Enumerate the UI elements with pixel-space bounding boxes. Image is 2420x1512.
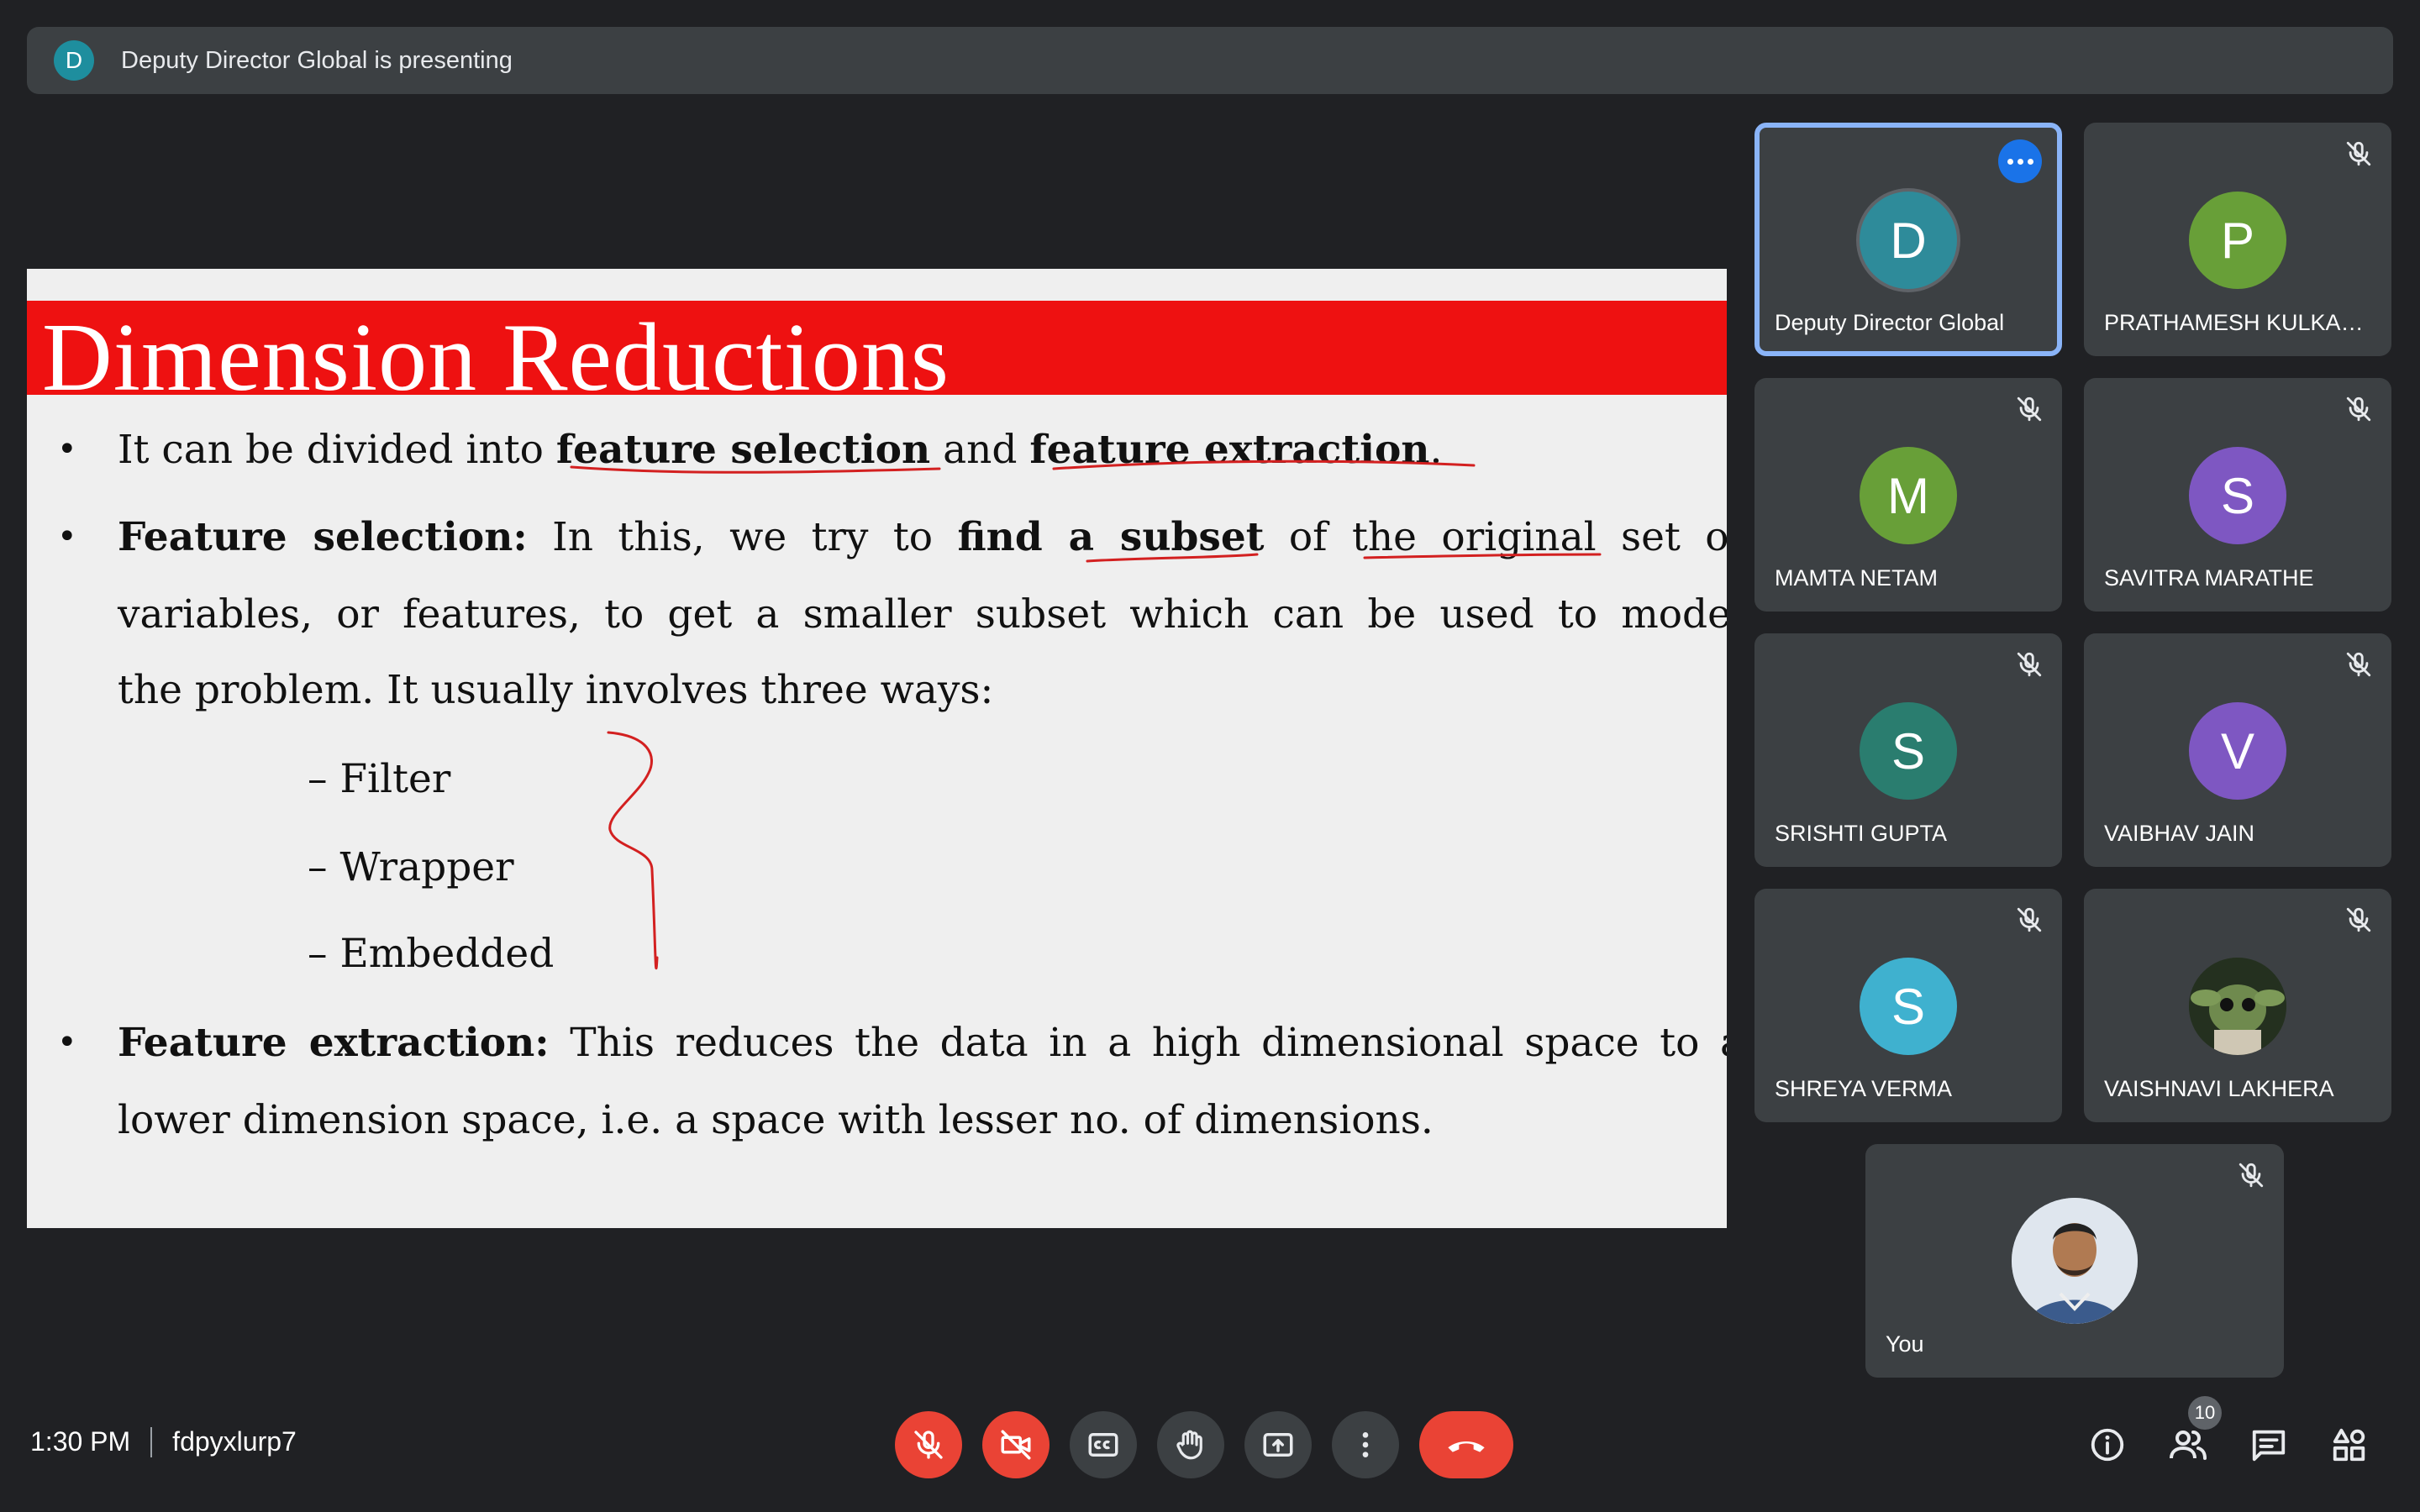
slide-body: • It can be divided into feature selecti… xyxy=(27,395,1727,1228)
bullet-3-text: This reduces the data in a high dimensio… xyxy=(549,1020,1727,1066)
participant-avatar: S xyxy=(1860,958,1957,1055)
presenter-avatar: D xyxy=(54,40,94,81)
camera-toggle-button[interactable] xyxy=(982,1411,1050,1478)
mic-off-icon xyxy=(2346,141,2371,166)
term-feature-extraction: feature extraction xyxy=(1029,427,1430,473)
more-vert-icon xyxy=(1362,1432,1369,1457)
participant-tile[interactable]: S SHREYA VERMA xyxy=(1754,889,2062,1122)
bullet-1-text: It can be divided into xyxy=(118,427,556,473)
present-icon xyxy=(1263,1433,1293,1457)
participant-avatar: P xyxy=(2189,192,2286,289)
participant-tile[interactable]: S SRISHTI GUPTA xyxy=(1754,633,2062,867)
meeting-details-button[interactable] xyxy=(2082,1420,2133,1470)
participant-photo xyxy=(2189,958,2286,1055)
captions-button[interactable] xyxy=(1070,1411,1137,1478)
participant-avatar: D xyxy=(1860,192,1957,289)
participant-tile[interactable]: M MAMTA NETAM xyxy=(1754,378,2062,612)
participant-name: VAISHNAVI LAKHERA xyxy=(2104,1076,2334,1101)
more-options-button[interactable] xyxy=(1332,1411,1399,1478)
bullet-marker: • xyxy=(57,430,77,469)
bullet-2-line-2: variables, or features, to get a smaller… xyxy=(118,591,1727,638)
hang-up-icon xyxy=(1448,1441,1485,1452)
slide-title-bar: Dimension Reductions xyxy=(27,301,1727,407)
participant-avatar: M xyxy=(1860,447,1957,544)
chat-button[interactable] xyxy=(2244,1420,2294,1470)
hand-icon xyxy=(1176,1430,1202,1460)
bullet-marker: • xyxy=(57,1023,77,1062)
participant-tile[interactable]: V VAIBHAV JAIN xyxy=(2084,633,2391,867)
mic-toggle-button[interactable] xyxy=(895,1411,962,1478)
bullet-2-line-3: the problem. It usually involves three w… xyxy=(118,667,994,713)
clock: 1:30 PM xyxy=(30,1426,131,1457)
participant-tile[interactable]: S SAVITRA MARATHE xyxy=(2084,378,2391,612)
activities-icon xyxy=(2333,1428,2365,1462)
participant-name: VAIBHAV JAIN xyxy=(2104,821,2255,846)
participant-name: MAMTA NETAM xyxy=(1775,565,1938,591)
shared-slide: Dimension Reductions • It can be divided… xyxy=(27,269,1727,1228)
presenting-text: Deputy Director Global is presenting xyxy=(121,46,513,74)
participant-avatar: S xyxy=(2189,447,2286,544)
mic-off-icon xyxy=(914,1431,943,1459)
mic-off-icon xyxy=(2017,652,2042,677)
participant-name: Deputy Director Global xyxy=(1775,310,2005,335)
bullet-marker: • xyxy=(57,517,77,556)
sub-item-wrapper: – Wrapper xyxy=(308,844,514,890)
presenting-banner: D Deputy Director Global is presenting xyxy=(27,27,2393,94)
people-icon xyxy=(2170,1431,2207,1460)
person-avatar-icon xyxy=(2012,1198,2138,1324)
divider xyxy=(150,1426,153,1457)
mic-off-icon xyxy=(2346,652,2371,677)
sub-item-filter: – Filter xyxy=(308,756,451,802)
bullet-3-line-2: lower dimension space, i.e. a space with… xyxy=(118,1097,1434,1143)
participant-name: PRATHAMESH KULKAR... xyxy=(2104,310,2373,335)
present-screen-button[interactable] xyxy=(1244,1411,1312,1478)
feature-extraction-heading: Feature extraction: xyxy=(118,1020,550,1066)
leave-call-button[interactable] xyxy=(1419,1411,1513,1478)
participant-name: SHREYA VERMA xyxy=(1775,1076,1953,1101)
feature-selection-heading: Feature selection: xyxy=(118,514,528,560)
bullet-2-text: In this, we try to xyxy=(527,514,958,560)
slide-title: Dimension Reductions xyxy=(42,304,950,412)
participant-name: You xyxy=(1886,1331,1924,1357)
mic-off-icon xyxy=(2346,907,2371,932)
mic-off-icon xyxy=(2017,396,2042,422)
bullet-2-text: of the original set of xyxy=(1264,514,1727,560)
camera-off-icon xyxy=(1001,1430,1031,1460)
people-count-badge: 10 xyxy=(2188,1396,2222,1430)
chat-icon xyxy=(2252,1430,2286,1462)
captions-icon xyxy=(1088,1433,1118,1457)
mic-off-icon xyxy=(2238,1163,2264,1188)
mic-off-icon xyxy=(2346,396,2371,422)
bullet-1-text: . xyxy=(1429,427,1443,473)
participant-avatar: S xyxy=(1860,702,1957,800)
participant-name: SRISHTI GUPTA xyxy=(1775,821,1948,846)
meeting-info: 1:30 PM fdpyxlurp7 xyxy=(30,1426,297,1457)
info-icon xyxy=(2091,1428,2124,1462)
creature-avatar-icon xyxy=(2189,958,2286,1055)
term-find-a-subset: find a subset xyxy=(957,514,1265,560)
participant-tile[interactable]: VAISHNAVI LAKHERA xyxy=(2084,889,2391,1122)
more-options-icon[interactable] xyxy=(1998,139,2042,183)
sub-item-embedded: – Embedded xyxy=(308,931,555,977)
bullet-3-line-1: Feature extraction: This reduces the dat… xyxy=(118,1020,1727,1066)
self-tile[interactable]: You xyxy=(1865,1144,2284,1378)
term-feature-selection: feature selection xyxy=(555,427,931,473)
bullet-1: It can be divided into feature selection… xyxy=(118,427,1727,473)
participant-tile[interactable]: D Deputy Director Global xyxy=(1754,123,2062,356)
self-photo xyxy=(2012,1198,2138,1324)
participant-tile[interactable]: P PRATHAMESH KULKAR... xyxy=(2084,123,2391,356)
raise-hand-button[interactable] xyxy=(1157,1411,1224,1478)
meeting-code: fdpyxlurp7 xyxy=(172,1426,297,1457)
participant-name: SAVITRA MARATHE xyxy=(2104,565,2314,591)
activities-button[interactable] xyxy=(2324,1420,2375,1470)
mic-off-icon xyxy=(2017,907,2042,932)
bullet-1-text: and xyxy=(930,427,1030,473)
bullet-2-line-1: Feature selection: In this, we try to fi… xyxy=(118,514,1727,560)
participant-avatar: V xyxy=(2189,702,2286,800)
